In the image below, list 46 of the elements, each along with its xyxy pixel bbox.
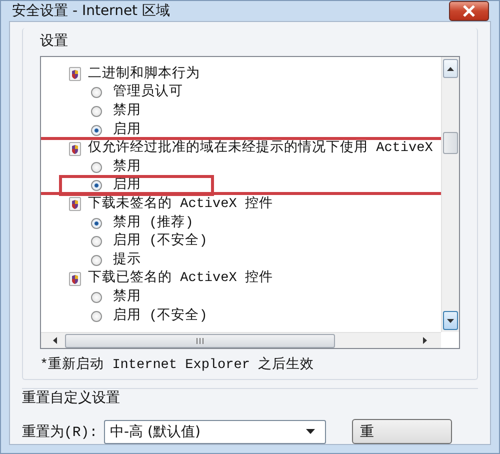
option-label[interactable]: 禁用: [113, 102, 141, 120]
shield-icon: [69, 197, 81, 212]
radio-button[interactable]: [91, 292, 102, 303]
radio-button[interactable]: [91, 218, 102, 229]
vertical-scrollbar[interactable]: [441, 57, 459, 332]
option-label[interactable]: 启用 (不安全): [113, 233, 208, 250]
option-label[interactable]: 提示: [113, 252, 141, 269]
setting-heading: 二进制和脚本行为: [88, 66, 200, 83]
up-arrow-icon: [447, 66, 454, 70]
scroll-down-button[interactable]: [443, 311, 458, 330]
radio-button[interactable]: [91, 162, 102, 173]
shield-icon: [69, 272, 81, 286]
radio-button[interactable]: [91, 236, 102, 248]
radio-button[interactable]: [91, 180, 102, 192]
option-label[interactable]: 禁用: [113, 158, 141, 176]
setting-heading: 下载未签名的 ActiveX 控件: [88, 196, 273, 213]
level-dropdown[interactable]: 中-高 (默认值): [104, 420, 326, 444]
radio-button[interactable]: [91, 124, 102, 136]
option-label[interactable]: 禁用 (推荐): [113, 214, 194, 232]
radio-button[interactable]: [91, 106, 102, 117]
reset-to-label: 重置为(R):: [22, 424, 99, 440]
grip-icon: [196, 338, 204, 344]
option-label[interactable]: 启用 (不安全): [113, 308, 208, 325]
option-label[interactable]: 管理员认可: [113, 84, 183, 102]
radio-button[interactable]: [91, 87, 102, 98]
option-label[interactable]: 禁用: [113, 288, 141, 306]
window-title: 安全设置 - Internet 区域: [12, 2, 170, 20]
scroll-thumb[interactable]: [443, 132, 458, 154]
horizontal-scrollbar[interactable]: [41, 332, 441, 348]
option-label[interactable]: 启用: [113, 122, 141, 139]
setting-heading: 下载已签名的 ActiveX 控件: [88, 270, 273, 288]
scroll-thumb[interactable]: [65, 334, 335, 348]
restart-note: *重新启动 Internet Explorer 之后生效: [40, 356, 316, 373]
close-button[interactable]: [449, 1, 489, 21]
scroll-up-button[interactable]: [443, 59, 458, 78]
left-arrow-icon[interactable]: [53, 337, 57, 344]
close-icon: [462, 5, 476, 17]
shield-icon: [69, 142, 81, 156]
dropdown-arrow-icon: [306, 429, 315, 434]
down-arrow-icon: [447, 318, 454, 322]
reset-button[interactable]: 重: [352, 419, 452, 444]
radio-button[interactable]: [91, 254, 102, 266]
setting-heading: 仅允许经过批准的域在未经提示的情况下使用 ActiveX: [88, 140, 433, 158]
radio-button[interactable]: [91, 310, 102, 322]
shield-icon: [69, 67, 81, 82]
right-arrow-icon[interactable]: [423, 337, 427, 344]
